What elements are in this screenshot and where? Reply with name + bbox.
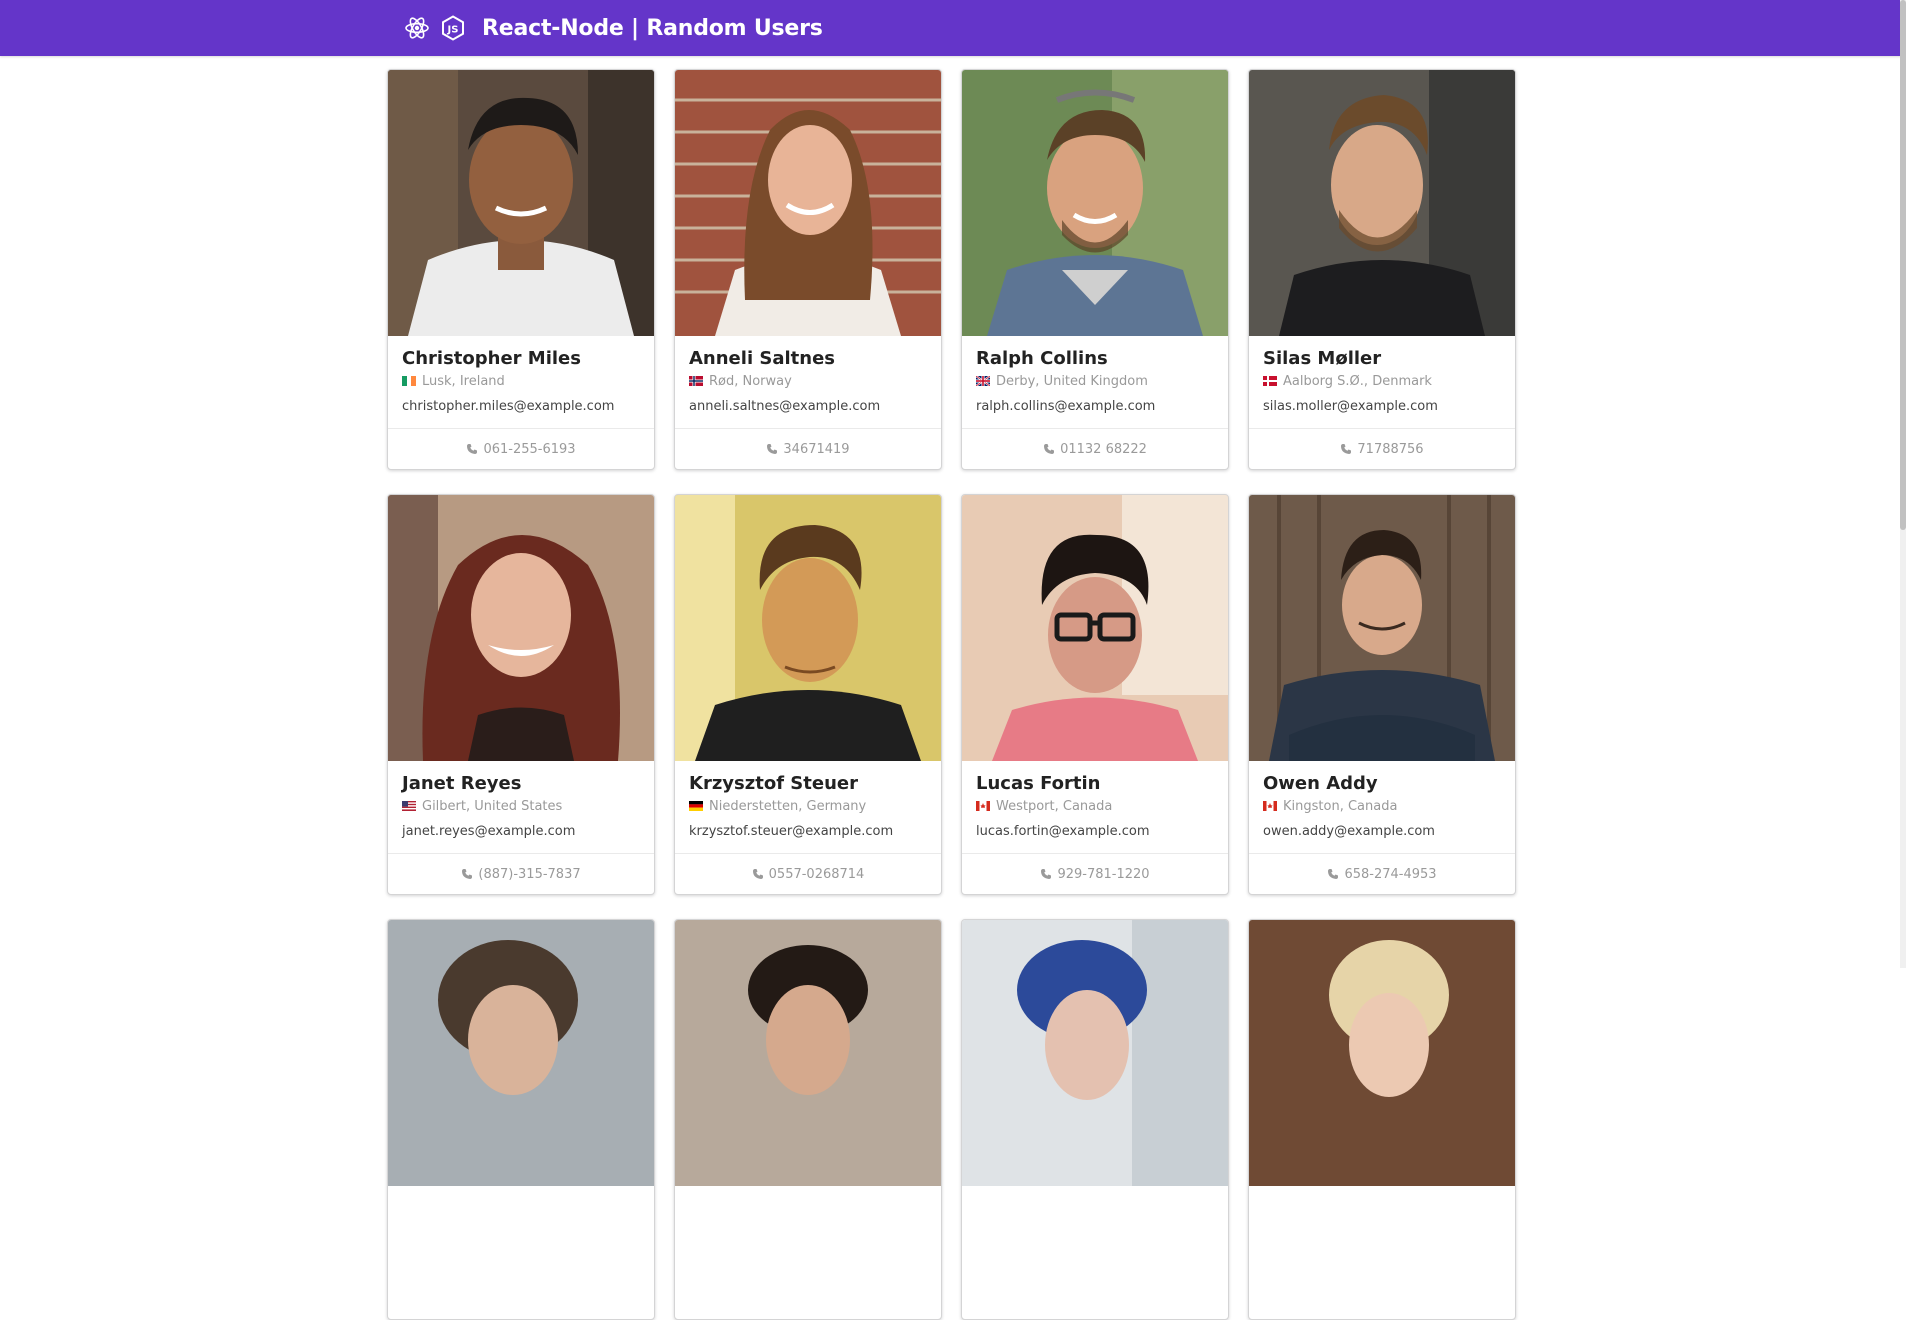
location-text: Rød, Norway [709, 373, 792, 389]
app-title: React-Node | Random Users [482, 15, 823, 41]
phone-text: 71788756 [1357, 441, 1424, 457]
phone-text: 929-781-1220 [1057, 866, 1150, 882]
user-photo [388, 920, 654, 1186]
user-photo [962, 70, 1228, 336]
user-photo [962, 920, 1228, 1186]
user-name[interactable]: Lucas Fortin [976, 774, 1214, 794]
phone-icon [467, 444, 478, 454]
user-email: lucas.fortin@example.com [976, 824, 1150, 839]
user-card[interactable]: Janet Reyes Gilbert, United States janet… [387, 494, 655, 895]
user-email: christopher.miles@example.com [402, 399, 615, 414]
top-navbar: JS React-Node | Random Users [0, 0, 1906, 56]
user-photo [1249, 495, 1515, 761]
location-text: Gilbert, United States [422, 798, 563, 814]
user-card[interactable]: Christopher Miles Lusk, Ireland christop… [387, 69, 655, 470]
phone-text: (887)-315-7837 [478, 866, 581, 882]
user-email: ralph.collins@example.com [976, 399, 1156, 414]
user-phone: 71788756 [1249, 428, 1515, 469]
canada-flag-icon [1263, 801, 1277, 811]
phone-icon [1341, 444, 1352, 454]
phone-icon [1044, 444, 1055, 454]
user-name[interactable]: Janet Reyes [402, 774, 640, 794]
phone-text: 658-274-4953 [1344, 866, 1437, 882]
user-card-grid: Christopher Miles Lusk, Ireland christop… [387, 69, 1516, 1320]
norway-flag-icon [689, 376, 703, 386]
user-name[interactable]: Anneli Saltnes [689, 349, 927, 369]
user-phone: 0557-0268714 [675, 853, 941, 894]
user-email: krzysztof.steuer@example.com [689, 824, 894, 839]
user-card[interactable]: Anneli Saltnes Rød, Norway anneli.saltne… [674, 69, 942, 470]
germany-flag-icon [689, 801, 703, 811]
user-location: Westport, Canada [976, 798, 1214, 814]
user-email: janet.reyes@example.com [402, 824, 576, 839]
react-icon [405, 17, 429, 39]
user-card[interactable]: Lucas Fortin Westport, Canada lucas.fort… [961, 494, 1229, 895]
user-card[interactable] [1248, 919, 1516, 1320]
location-text: Lusk, Ireland [422, 373, 505, 389]
user-phone: 061-255-6193 [388, 428, 654, 469]
location-text: Aalborg S.Ø., Denmark [1283, 373, 1432, 389]
scrollbar-thumb[interactable] [1900, 0, 1906, 530]
denmark-flag-icon [1263, 376, 1277, 386]
user-name[interactable]: Owen Addy [1263, 774, 1501, 794]
canada-flag-icon [976, 801, 990, 811]
user-location: Gilbert, United States [402, 798, 640, 814]
user-photo [1249, 920, 1515, 1186]
user-card[interactable] [674, 919, 942, 1320]
user-card[interactable]: Krzysztof Steuer Niederstetten, Germany … [674, 494, 942, 895]
brand[interactable]: JS React-Node | Random Users [404, 0, 823, 56]
user-location: Niederstetten, Germany [689, 798, 927, 814]
phone-text: 061-255-6193 [483, 441, 576, 457]
ireland-flag-icon [402, 376, 416, 386]
phone-icon [767, 444, 778, 454]
user-location: Kingston, Canada [1263, 798, 1501, 814]
user-card[interactable]: Owen Addy Kingston, Canada owen.addy@exa… [1248, 494, 1516, 895]
user-phone: 658-274-4953 [1249, 853, 1515, 894]
user-photo [1249, 70, 1515, 336]
user-location: Derby, United Kingdom [976, 373, 1214, 389]
user-email: silas.moller@example.com [1263, 399, 1438, 414]
scrollbar-track[interactable] [1900, 0, 1906, 968]
user-location: Lusk, Ireland [402, 373, 640, 389]
user-photo [675, 920, 941, 1186]
user-location: Rød, Norway [689, 373, 927, 389]
svg-text:JS: JS [447, 25, 459, 36]
user-card[interactable]: Ralph Collins Derby, United Kingdom ralp… [961, 69, 1229, 470]
user-name[interactable]: Silas Møller [1263, 349, 1501, 369]
location-text: Niederstetten, Germany [709, 798, 867, 814]
user-email: anneli.saltnes@example.com [689, 399, 881, 414]
user-name[interactable]: Krzysztof Steuer [689, 774, 927, 794]
user-phone: 01132 68222 [962, 428, 1228, 469]
user-name[interactable]: Ralph Collins [976, 349, 1214, 369]
phone-icon [1041, 869, 1052, 879]
user-name[interactable]: Christopher Miles [402, 349, 640, 369]
phone-text: 34671419 [783, 441, 850, 457]
user-card[interactable]: Silas Møller Aalborg S.Ø., Denmark silas… [1248, 69, 1516, 470]
user-phone: 34671419 [675, 428, 941, 469]
user-phone: 929-781-1220 [962, 853, 1228, 894]
usa-flag-icon [402, 801, 416, 811]
user-card[interactable] [961, 919, 1229, 1320]
location-text: Derby, United Kingdom [996, 373, 1148, 389]
user-phone: (887)-315-7837 [388, 853, 654, 894]
nodejs-icon: JS [442, 15, 464, 41]
user-photo [962, 495, 1228, 761]
user-photo [388, 70, 654, 336]
user-location: Aalborg S.Ø., Denmark [1263, 373, 1501, 389]
phone-icon [462, 869, 473, 879]
phone-icon [1328, 869, 1339, 879]
user-photo [388, 495, 654, 761]
location-text: Westport, Canada [996, 798, 1113, 814]
phone-icon [752, 869, 763, 879]
phone-text: 01132 68222 [1060, 441, 1147, 457]
phone-text: 0557-0268714 [768, 866, 865, 882]
location-text: Kingston, Canada [1283, 798, 1398, 814]
user-email: owen.addy@example.com [1263, 824, 1435, 839]
user-card[interactable] [387, 919, 655, 1320]
uk-flag-icon [976, 376, 990, 386]
user-photo [675, 495, 941, 761]
user-photo [675, 70, 941, 336]
